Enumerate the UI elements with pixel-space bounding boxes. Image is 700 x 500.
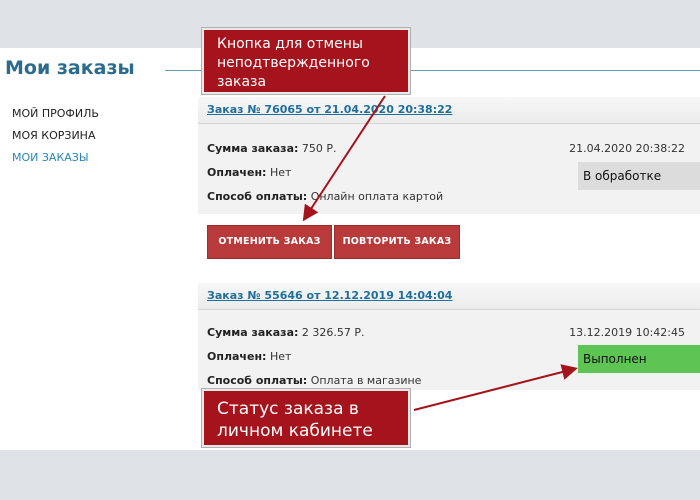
arrow-to-cancel-button [302,95,386,222]
arrow-to-status-badge [413,364,578,411]
callout-cancel-hint: Кнопка для отмены неподтвержденного зака… [202,28,410,94]
callout-status-hint: Статус заказа в личном кабинете [202,389,410,447]
